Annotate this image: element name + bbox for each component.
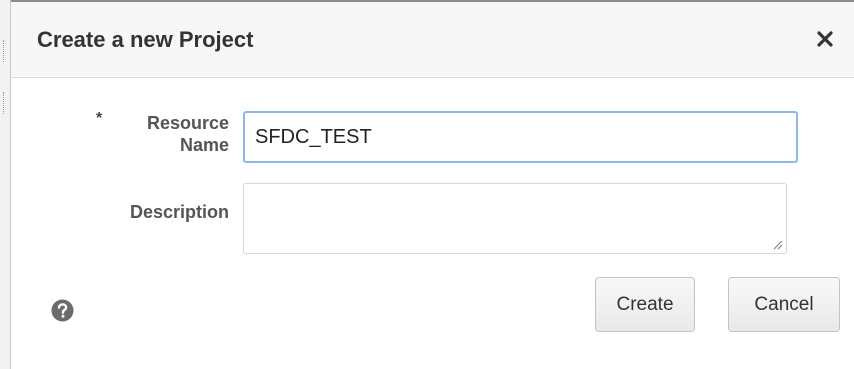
resource-name-label-line1: Resource (146, 113, 229, 133)
create-button[interactable]: Create (595, 277, 695, 332)
edge-dotted-marker (3, 40, 7, 62)
create-project-dialog: Create a new Project * Resource Name Des… (11, 0, 854, 369)
description-label: Description (129, 202, 229, 222)
edge-dotted-marker (3, 92, 7, 114)
close-icon[interactable] (812, 26, 838, 52)
resource-name-label-line2: Name (179, 135, 229, 155)
textarea-resize-handle[interactable] (771, 238, 783, 250)
required-indicator: * (96, 110, 103, 127)
background-page-edge (0, 0, 11, 369)
help-icon[interactable] (51, 299, 74, 322)
resource-name-label: Resource Name (109, 112, 229, 156)
resource-name-input[interactable] (243, 111, 798, 163)
description-textarea[interactable] (243, 183, 787, 254)
dialog-header: Create a new Project (11, 2, 854, 78)
dialog-title: Create a new Project (37, 27, 254, 52)
cancel-button[interactable]: Cancel (728, 277, 840, 332)
